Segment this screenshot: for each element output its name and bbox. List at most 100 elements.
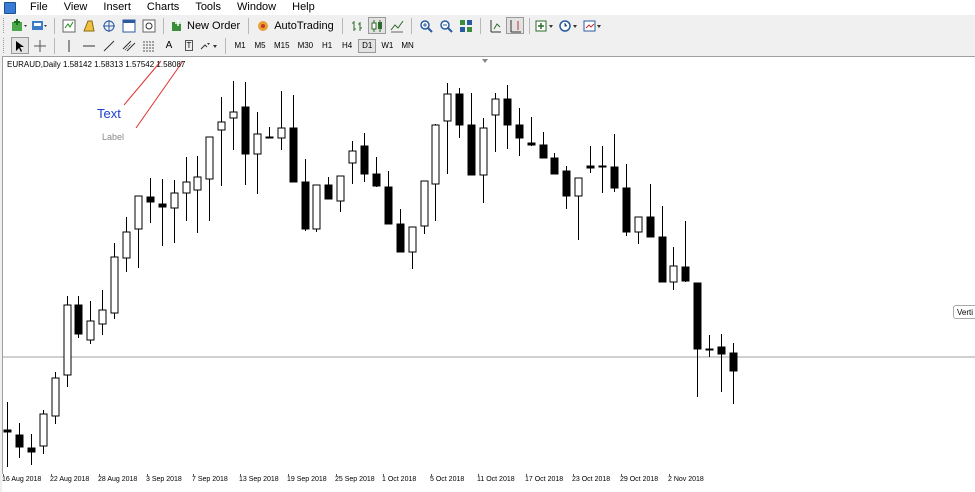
autotrading-label: AutoTrading — [274, 19, 334, 32]
label-tool-icon[interactable]: T — [180, 37, 198, 54]
toolbar-grip[interactable] — [3, 38, 7, 53]
menu-charts[interactable]: Charts — [139, 0, 187, 15]
bull-candle — [182, 181, 191, 194]
toolbar-grip[interactable] — [3, 18, 7, 33]
text-object[interactable]: Text — [97, 106, 121, 121]
profiles-icon[interactable] — [31, 17, 49, 34]
timeframe-h1[interactable]: H1 — [318, 39, 336, 53]
label-tool-glyph: T — [184, 40, 194, 51]
bear-candle — [74, 304, 83, 335]
line-chart-icon[interactable] — [388, 17, 406, 34]
bull-candle — [98, 309, 107, 325]
vertical-line-tag[interactable]: Verti — [953, 305, 975, 319]
cursor-icon[interactable] — [11, 37, 29, 54]
bear-candle — [324, 184, 333, 200]
terminal-icon[interactable] — [120, 17, 138, 34]
bear-candle — [586, 165, 595, 169]
time-axis-label: 2 Nov 2018 — [668, 476, 704, 483]
bear-candle — [265, 136, 274, 139]
toolbar-separator — [163, 17, 164, 34]
menu-insert[interactable]: Insert — [95, 0, 139, 15]
timeframe-m1[interactable]: M1 — [231, 39, 249, 53]
data-window-icon[interactable] — [80, 17, 98, 34]
menu-tools[interactable]: Tools — [187, 0, 229, 15]
zoom-in-icon[interactable] — [417, 17, 435, 34]
horizontal-line-icon[interactable] — [80, 37, 98, 54]
autoscroll-icon[interactable] — [486, 17, 504, 34]
bear-candle — [15, 434, 24, 448]
bear-candle — [539, 144, 548, 159]
time-axis-label: 7 Sep 2018 — [192, 476, 228, 483]
time-axis-label: 23 Oct 2018 — [572, 476, 611, 483]
bull-candle — [217, 121, 226, 131]
candlestick-chart-icon[interactable] — [367, 17, 386, 34]
bear-candle — [658, 236, 667, 283]
autotrading-button[interactable]: AutoTrading — [254, 17, 337, 34]
timeframe-mn[interactable]: MN — [398, 39, 416, 53]
zoom-out-icon[interactable] — [437, 17, 455, 34]
periods-icon[interactable] — [558, 17, 581, 34]
chart-title: EURAUD,Daily 1.58142 1.58313 1.57542 1.5… — [7, 60, 186, 69]
timeframe-h4[interactable]: H4 — [338, 39, 356, 53]
bear-candle — [729, 352, 738, 372]
menu-window[interactable]: Window — [229, 0, 284, 15]
time-axis-label: 13 Sep 2018 — [239, 476, 279, 483]
bull-candle — [39, 413, 48, 447]
arrows-icon[interactable] — [200, 37, 220, 54]
bear-candle — [550, 157, 559, 175]
new-chart-icon[interactable] — [11, 17, 29, 34]
label-object[interactable]: Label — [102, 132, 124, 142]
bar-chart-icon[interactable] — [348, 17, 366, 34]
timeframe-m30[interactable]: M30 — [295, 39, 317, 53]
crosshair-icon[interactable] — [31, 37, 49, 54]
navigator-icon[interactable] — [100, 17, 118, 34]
menu-file[interactable]: File — [22, 0, 56, 15]
price-chart[interactable]: EURAUD,Daily 1.58142 1.58313 1.57542 1.5… — [2, 56, 975, 475]
bull-candle — [491, 98, 500, 116]
bull-candle — [312, 184, 321, 230]
bear-candle — [622, 187, 631, 233]
bull-candle — [408, 226, 417, 253]
market-watch-icon[interactable] — [60, 17, 78, 34]
menu-view[interactable]: View — [56, 0, 96, 15]
fibonacci-icon[interactable] — [140, 37, 158, 54]
chart-shift-icon[interactable] — [505, 17, 524, 34]
bull-candle — [229, 111, 238, 119]
new-order-label: New Order — [187, 19, 241, 32]
toolbar-separator — [479, 17, 481, 34]
bull-candle — [170, 192, 179, 209]
tile-windows-icon[interactable] — [457, 17, 475, 34]
timeframe-m5[interactable]: M5 — [251, 39, 269, 53]
trendline-icon[interactable] — [100, 37, 118, 54]
timeframe-d1[interactable]: D1 — [358, 38, 377, 53]
bull-candle — [634, 216, 643, 233]
bear-candle — [360, 145, 369, 175]
indicators-icon[interactable] — [535, 17, 557, 34]
equidistant-channel-icon[interactable] — [120, 37, 138, 54]
strategy-tester-icon[interactable] — [140, 17, 158, 34]
menu-help[interactable]: Help — [284, 0, 323, 15]
time-axis-label: 22 Aug 2018 — [50, 476, 90, 483]
bear-candle — [515, 124, 524, 139]
bull-candle — [193, 176, 202, 191]
bull-candle — [253, 133, 262, 155]
time-axis-label: 19 Sep 2018 — [287, 476, 327, 483]
candlestick-plot[interactable] — [3, 57, 975, 475]
text-tool-icon[interactable]: A — [160, 37, 178, 54]
templates-icon[interactable] — [583, 17, 605, 34]
standard-toolbar: New Order AutoTrading — [0, 15, 975, 37]
time-axis-label: 17 Oct 2018 — [525, 476, 564, 483]
timeframe-m15[interactable]: M15 — [271, 39, 293, 53]
vertical-line-icon[interactable] — [60, 37, 78, 54]
time-axis-label: 28 Aug 2018 — [98, 476, 138, 483]
app-icon[interactable] — [4, 1, 16, 14]
time-axis-label: 3 Sep 2018 — [146, 476, 182, 483]
bear-candle — [289, 127, 298, 183]
timeframe-w1[interactable]: W1 — [378, 39, 396, 53]
new-order-button[interactable]: New Order — [169, 17, 243, 34]
bear-candle — [503, 98, 512, 126]
time-axis: 16 Aug 2018 22 Aug 2018 28 Aug 2018 3 Sep 2… — [2, 474, 975, 492]
bear-candle — [384, 186, 393, 225]
toolbar-separator — [410, 17, 412, 34]
trendline-2 — [135, 60, 184, 129]
